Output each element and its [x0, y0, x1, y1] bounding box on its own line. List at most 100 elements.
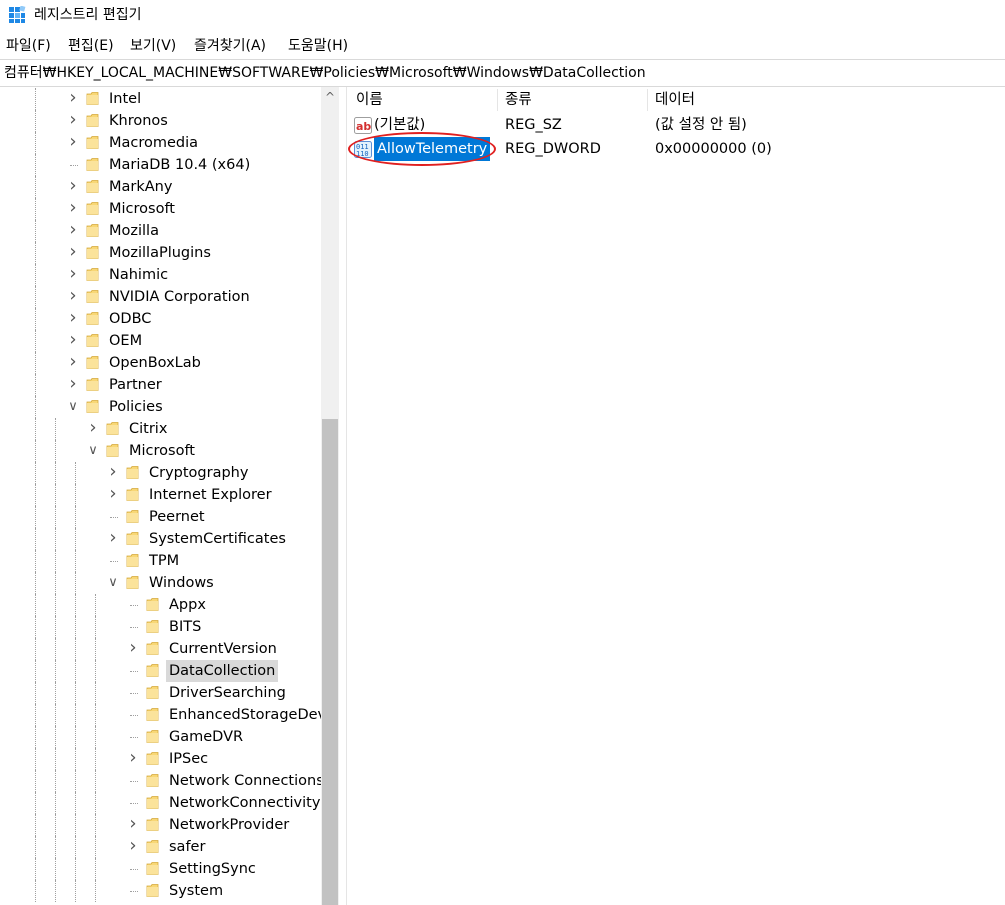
tree-item-label[interactable]: Cryptography: [146, 462, 251, 484]
scroll-up-arrow-icon[interactable]: ^: [321, 87, 339, 107]
tree-item-settingsync[interactable]: SettingSync: [0, 858, 322, 880]
chevron-right-icon[interactable]: ›: [126, 815, 140, 834]
chevron-down-icon[interactable]: ∨: [106, 574, 120, 592]
chevron-right-icon[interactable]: ›: [66, 265, 80, 284]
menu-file[interactable]: 파일(F): [4, 36, 53, 56]
tree-item-cryptography[interactable]: › Cryptography: [0, 462, 322, 484]
chevron-right-icon[interactable]: ›: [66, 199, 80, 218]
tree-item-label[interactable]: DriverSearching: [166, 682, 289, 704]
tree-item-label[interactable]: MariaDB 10.4 (x64): [106, 154, 253, 176]
tree-item-mozillaplugins[interactable]: › MozillaPlugins: [0, 242, 322, 264]
tree-item-label[interactable]: MozillaPlugins: [106, 242, 214, 264]
tree-item-label[interactable]: System: [166, 880, 226, 902]
tree-item-label[interactable]: Nahimic: [106, 264, 171, 286]
tree-item-label[interactable]: Policies: [106, 396, 166, 418]
values-list[interactable]: 이름 종류 데이터 ab (기본값) REG_SZ (값 설정 안 됨) 011…: [347, 87, 1005, 905]
address-bar[interactable]: 컴퓨터₩HKEY_LOCAL_MACHINE₩SOFTWARE₩Policies…: [0, 59, 1005, 87]
tree-item-label[interactable]: BITS: [166, 616, 204, 638]
menu-help[interactable]: 도움말(H): [286, 36, 350, 56]
tree-item-label[interactable]: OEM: [106, 330, 145, 352]
chevron-right-icon[interactable]: ›: [66, 243, 80, 262]
tree-item-oem[interactable]: › OEM: [0, 330, 322, 352]
tree-item-label[interactable]: Microsoft: [106, 198, 178, 220]
chevron-right-icon[interactable]: ›: [106, 485, 120, 504]
tree-item-currentversion[interactable]: › CurrentVersion: [0, 638, 322, 660]
tree-item-markany[interactable]: › MarkAny: [0, 176, 322, 198]
tree-item-label[interactable]: Mozilla: [106, 220, 162, 242]
tree-item-label[interactable]: Khronos: [106, 110, 171, 132]
tree-item-safer[interactable]: › safer: [0, 836, 322, 858]
chevron-right-icon[interactable]: ›: [106, 529, 120, 548]
column-name[interactable]: 이름: [356, 89, 383, 111]
tree-item-label[interactable]: Intel: [106, 88, 144, 110]
chevron-right-icon[interactable]: ›: [126, 749, 140, 768]
tree-item-khronos[interactable]: › Khronos: [0, 110, 322, 132]
tree-item-mariadb-10-4-x64-[interactable]: MariaDB 10.4 (x64): [0, 154, 322, 176]
tree-item-datacollection[interactable]: DataCollection: [0, 660, 322, 682]
tree-item-microsoft[interactable]: › Microsoft: [0, 198, 322, 220]
column-type[interactable]: 종류: [505, 89, 532, 111]
tree-item-tpm[interactable]: TPM: [0, 550, 322, 572]
tree-item-odbc[interactable]: › ODBC: [0, 308, 322, 330]
tree-item-network-connections[interactable]: Network Connections: [0, 770, 322, 792]
tree-item-label[interactable]: Microsoft: [126, 440, 198, 462]
tree-item-label[interactable]: CurrentVersion: [166, 638, 280, 660]
registry-tree[interactable]: › Intel › Khronos › Macromedia MariaDB 10.4 (x…: [0, 87, 322, 905]
tree-item-gamedvr[interactable]: GameDVR: [0, 726, 322, 748]
menu-favorites[interactable]: 즐겨찾기(A): [192, 36, 268, 56]
tree-item-label[interactable]: OpenBoxLab: [106, 352, 204, 374]
tree-item-label[interactable]: GameDVR: [166, 726, 246, 748]
tree-item-intel[interactable]: › Intel: [0, 88, 322, 110]
chevron-right-icon[interactable]: ›: [66, 111, 80, 130]
address-path[interactable]: 컴퓨터₩HKEY_LOCAL_MACHINE₩SOFTWARE₩Policies…: [4, 63, 646, 83]
menu-edit[interactable]: 편집(E): [66, 36, 116, 56]
chevron-down-icon[interactable]: ∨: [66, 398, 80, 416]
tree-item-networkconnectivitystatusindicator[interactable]: NetworkConnectivityStatusIndicator: [0, 792, 322, 814]
tree-item-partner[interactable]: › Partner: [0, 374, 322, 396]
tree-item-label[interactable]: DataCollection: [166, 660, 279, 682]
chevron-down-icon[interactable]: ∨: [86, 442, 100, 460]
chevron-right-icon[interactable]: ›: [66, 287, 80, 306]
tree-item-label[interactable]: EnhancedStorageDevices: [166, 704, 322, 726]
tree-item-ipsec[interactable]: › IPSec: [0, 748, 322, 770]
tree-item-label[interactable]: MarkAny: [106, 176, 175, 198]
tree-item-peernet[interactable]: Peernet: [0, 506, 322, 528]
tree-item-systemcertificates[interactable]: › SystemCertificates: [0, 528, 322, 550]
tree-item-networkprovider[interactable]: › NetworkProvider: [0, 814, 322, 836]
tree-item-policies[interactable]: ∨ Policies: [0, 396, 322, 418]
tree-item-label[interactable]: ODBC: [106, 308, 154, 330]
chevron-right-icon[interactable]: ›: [66, 89, 80, 108]
tree-item-macromedia[interactable]: › Macromedia: [0, 132, 322, 154]
chevron-right-icon[interactable]: ›: [126, 837, 140, 856]
tree-scrollbar[interactable]: ^: [321, 87, 339, 905]
chevron-right-icon[interactable]: ›: [126, 639, 140, 658]
tree-item-label[interactable]: SystemCertificates: [146, 528, 289, 550]
scroll-thumb[interactable]: [322, 419, 338, 905]
tree-item-citrix[interactable]: › Citrix: [0, 418, 322, 440]
tree-item-label[interactable]: Partner: [106, 374, 165, 396]
tree-item-nahimic[interactable]: › Nahimic: [0, 264, 322, 286]
tree-item-appx[interactable]: Appx: [0, 594, 322, 616]
chevron-right-icon[interactable]: ›: [66, 133, 80, 152]
tree-item-label[interactable]: IPSec: [166, 748, 211, 770]
tree-item-enhancedstoragedevices[interactable]: EnhancedStorageDevices: [0, 704, 322, 726]
chevron-right-icon[interactable]: ›: [66, 221, 80, 240]
tree-item-microsoft[interactable]: ∨ Microsoft: [0, 440, 322, 462]
chevron-right-icon[interactable]: ›: [66, 353, 80, 372]
tree-item-label[interactable]: Citrix: [126, 418, 170, 440]
chevron-right-icon[interactable]: ›: [66, 331, 80, 350]
chevron-right-icon[interactable]: ›: [66, 309, 80, 328]
column-divider[interactable]: [497, 89, 498, 111]
tree-item-system[interactable]: System: [0, 880, 322, 902]
tree-item-internet-explorer[interactable]: › Internet Explorer: [0, 484, 322, 506]
tree-item-label[interactable]: Windows: [146, 572, 217, 594]
tree-item-label[interactable]: Peernet: [146, 506, 208, 528]
tree-item-label[interactable]: safer: [166, 836, 208, 858]
tree-item-bits[interactable]: BITS: [0, 616, 322, 638]
tree-item-label[interactable]: SettingSync: [166, 858, 259, 880]
chevron-right-icon[interactable]: ›: [86, 419, 100, 438]
tree-item-label[interactable]: NVIDIA Corporation: [106, 286, 253, 308]
tree-item-openboxlab[interactable]: › OpenBoxLab: [0, 352, 322, 374]
tree-item-label[interactable]: Internet Explorer: [146, 484, 275, 506]
tree-item-label[interactable]: Macromedia: [106, 132, 201, 154]
